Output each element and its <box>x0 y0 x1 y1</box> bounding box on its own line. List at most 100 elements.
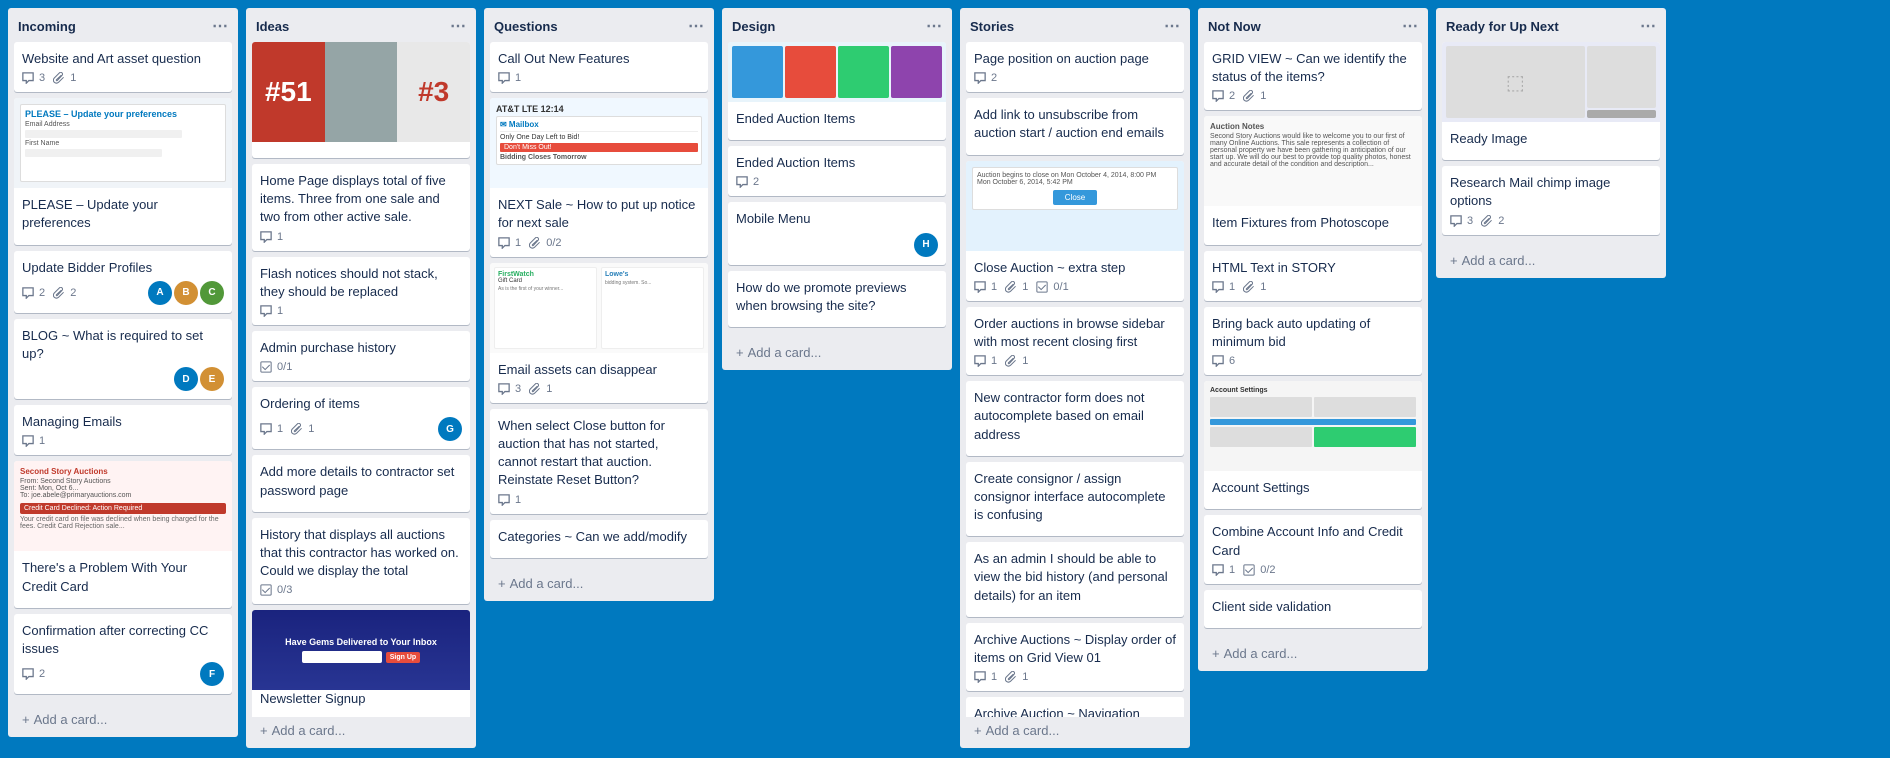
card-q2[interactable]: AT&T LTE 12:14 ✉ Mailbox Only One Day Le… <box>490 98 708 256</box>
comment-count: 2 <box>22 668 45 680</box>
card-meta: 1 1 <box>1212 281 1414 293</box>
card-avatars: DE <box>174 367 224 391</box>
card-title: Newsletter Signup <box>260 690 462 708</box>
card-d2[interactable]: Ended Auction Items 2 <box>728 146 946 196</box>
card-meta: 2 2ABC <box>22 281 224 305</box>
card-s5[interactable]: New contractor form does not autocomplet… <box>966 381 1184 456</box>
card-meta: 2 <box>736 176 938 188</box>
card-n4[interactable]: Bring back auto updating of minimum bid … <box>1204 307 1422 375</box>
card-i7[interactable]: History that displays all auctions that … <box>252 518 470 605</box>
card-meta: 1 1G <box>260 417 462 441</box>
add-card-button-questions[interactable]: + Add a card... <box>490 570 708 597</box>
card-c4[interactable]: BLOG ~ What is required to set up? DE <box>14 319 232 399</box>
avatar: E <box>200 367 224 391</box>
column-stories: Stories ⋯ Page position on auction page … <box>960 8 1190 748</box>
card-c7[interactable]: Confirmation after correcting CC issues … <box>14 614 232 694</box>
card-s7[interactable]: As an admin I should be able to view the… <box>966 542 1184 617</box>
column-header-not-now: Not Now ⋯ <box>1198 8 1428 42</box>
comment-count: 2 <box>1212 90 1235 102</box>
card-c3[interactable]: Update Bidder Profiles 2 2ABC <box>14 251 232 313</box>
card-q5[interactable]: Categories ~ Can we add/modify <box>490 520 708 558</box>
card-c5[interactable]: Managing Emails 1 <box>14 405 232 455</box>
card-i1[interactable]: #51 #3 <box>252 42 470 158</box>
card-i6[interactable]: Add more details to contractor set passw… <box>252 455 470 511</box>
card-i5[interactable]: Ordering of items 1 1G <box>252 387 470 449</box>
card-q4[interactable]: When select Close button for auction tha… <box>490 409 708 514</box>
card-title: Mobile Menu <box>736 210 938 228</box>
checklist-count: 0/2 <box>1243 564 1275 576</box>
column-menu-icon[interactable]: ⋯ <box>1164 16 1180 36</box>
column-menu-icon[interactable]: ⋯ <box>450 16 466 36</box>
card-n1[interactable]: GRID VIEW ~ Can we identify the status o… <box>1204 42 1422 110</box>
card-s4[interactable]: Order auctions in browse sidebar with mo… <box>966 307 1184 375</box>
comment-count: 1 <box>260 305 283 317</box>
column-menu-icon[interactable]: ⋯ <box>926 16 942 36</box>
column-menu-icon[interactable]: ⋯ <box>212 16 228 36</box>
column-title-ready: Ready for Up Next <box>1446 19 1559 34</box>
card-meta: H <box>736 233 938 257</box>
card-i2[interactable]: Home Page displays total of five items. … <box>252 164 470 251</box>
comment-count: 1 <box>974 281 997 293</box>
column-menu-icon[interactable]: ⋯ <box>688 16 704 36</box>
card-c1[interactable]: Website and Art asset question 3 1 <box>14 42 232 92</box>
card-q1[interactable]: Call Out New Features 1 <box>490 42 708 92</box>
card-title: Ended Auction Items <box>736 154 938 172</box>
comment-count: 1 <box>260 423 283 435</box>
attachment-count: 2 <box>1481 215 1504 227</box>
card-q3[interactable]: FirstWatch Gift Card As is the first of … <box>490 263 708 403</box>
card-meta: 3 2 <box>1450 215 1652 227</box>
comment-count: 1 <box>974 355 997 367</box>
card-s6[interactable]: Create consignor / assign consignor inte… <box>966 462 1184 537</box>
card-d3[interactable]: Mobile Menu H <box>728 202 946 264</box>
card-n3[interactable]: HTML Text in STORY 1 1 <box>1204 251 1422 301</box>
add-card-label: Add a card... <box>510 576 584 591</box>
card-meta: 1 <box>498 494 700 506</box>
card-meta: 2F <box>22 662 224 686</box>
comment-count: 1 <box>22 435 45 447</box>
card-s2[interactable]: Add link to unsubscribe from auction sta… <box>966 98 1184 154</box>
card-s1[interactable]: Page position on auction page 2 <box>966 42 1184 92</box>
avatar: B <box>174 281 198 305</box>
card-d4[interactable]: How do we promote previews when browsing… <box>728 271 946 327</box>
add-card-button-design[interactable]: + Add a card... <box>728 339 946 366</box>
add-card-button-stories[interactable]: + Add a card... <box>966 717 1184 744</box>
add-card-button-incoming[interactable]: + Add a card... <box>14 706 232 733</box>
card-n6[interactable]: Combine Account Info and Credit Card 1 0… <box>1204 515 1422 583</box>
card-r2[interactable]: Research Mail chimp image options 3 2 <box>1442 166 1660 234</box>
card-i8[interactable]: Have Gems Delivered to Your Inbox Sign U… <box>252 610 470 717</box>
card-d1[interactable]: Ended Auction Items <box>728 42 946 140</box>
card-meta: 1 0/2 <box>1212 564 1414 576</box>
card-c2[interactable]: PLEASE – Update your preferences Email A… <box>14 98 232 244</box>
card-title: New contractor form does not autocomplet… <box>974 389 1176 444</box>
card-c6[interactable]: Second Story Auctions From: Second Story… <box>14 461 232 607</box>
column-cards-stories: Page position on auction page 2 Add link … <box>960 42 1190 717</box>
card-n5[interactable]: Account Settings Account Settings <box>1204 381 1422 509</box>
card-n7[interactable]: Client side validation <box>1204 590 1422 628</box>
card-meta: 2 1 <box>1212 90 1414 102</box>
card-i3[interactable]: Flash notices should not stack, they sho… <box>252 257 470 325</box>
card-s8[interactable]: Archive Auctions ~ Display order of item… <box>966 623 1184 691</box>
card-s3[interactable]: Auction begins to close on Mon October 4… <box>966 161 1184 301</box>
add-card-button-ready[interactable]: + Add a card... <box>1442 247 1660 274</box>
comment-count: 3 <box>1450 215 1473 227</box>
add-card-button-ideas[interactable]: + Add a card... <box>252 717 470 744</box>
add-card-button-not-now[interactable]: + Add a card... <box>1204 640 1422 667</box>
column-menu-icon[interactable]: ⋯ <box>1402 16 1418 36</box>
card-s9[interactable]: Archive Auction ~ Navigation <box>966 697 1184 717</box>
card-title: PLEASE – Update your preferences <box>22 196 224 232</box>
card-title: Managing Emails <box>22 413 224 431</box>
card-n2[interactable]: Auction Notes Second Story Auctions woul… <box>1204 116 1422 244</box>
card-title: BLOG ~ What is required to set up? <box>22 327 224 363</box>
card-title: Close Auction ~ extra step <box>974 259 1176 277</box>
card-meta: 6 <box>1212 355 1414 367</box>
card-title: Order auctions in browse sidebar with mo… <box>974 315 1176 351</box>
card-title: When select Close button for auction tha… <box>498 417 700 490</box>
card-title: HTML Text in STORY <box>1212 259 1414 277</box>
card-r1[interactable]: ⬚ Ready Image <box>1442 42 1660 160</box>
card-i4[interactable]: Admin purchase history 0/1 <box>252 331 470 381</box>
card-meta: 1 1 <box>974 671 1176 683</box>
add-card-icon: + <box>1450 253 1458 268</box>
add-card-icon: + <box>1212 646 1220 661</box>
column-title-incoming: Incoming <box>18 19 76 34</box>
column-menu-icon[interactable]: ⋯ <box>1640 16 1656 36</box>
